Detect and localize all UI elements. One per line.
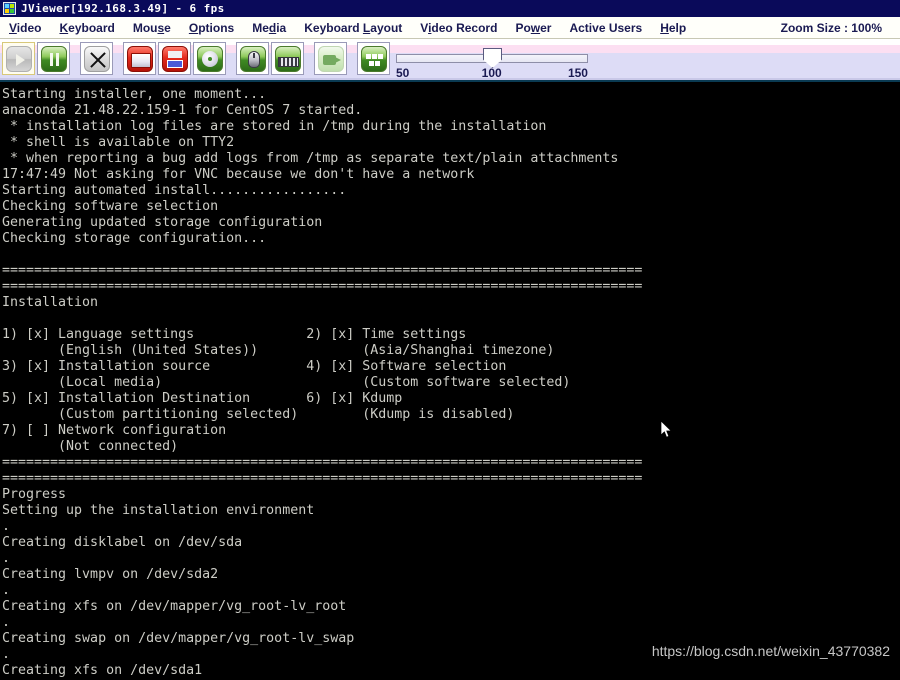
menu-label: deo Record: [431, 20, 498, 35]
remote-console[interactable]: Starting installer, one moment... anacon…: [0, 84, 900, 680]
keyboard-layout-button[interactable]: [357, 42, 390, 75]
toolbar-group-layout: [357, 42, 392, 75]
menu-label: ptions: [198, 20, 235, 35]
menu-item-video-record[interactable]: Video Record: [411, 21, 506, 35]
pause-icon: [40, 45, 67, 72]
zoom-slider-thumb[interactable]: [483, 48, 502, 68]
menu-label: elp: [668, 20, 687, 35]
cd-media-button[interactable]: [193, 42, 226, 75]
menu-label: Active Users: [569, 20, 643, 35]
menu-item-video[interactable]: Video: [0, 21, 50, 35]
app-icon: [3, 2, 16, 15]
keyboard-icon: [274, 45, 301, 72]
drive-icon: [126, 45, 153, 72]
zoom-size-label: Zoom Size : 100%: [780, 21, 882, 35]
zoom-slider-ticks: 50 100 150: [396, 66, 588, 80]
menu-label: Po: [515, 20, 531, 35]
pause-button[interactable]: [37, 42, 70, 75]
mouse-button[interactable]: [236, 42, 269, 75]
keyboard-grid-icon: [360, 45, 387, 72]
menu-label: e: [164, 20, 171, 35]
zoom-slider-mid-label: 100: [481, 66, 502, 80]
menu-label: Keyboard: [304, 20, 363, 35]
virtual-drive-button[interactable]: [123, 42, 156, 75]
menu-label: ayout: [370, 20, 403, 35]
video-record-icon: [317, 45, 344, 72]
floppy-save-icon: [161, 45, 188, 72]
fullscreen-icon: [83, 45, 110, 72]
tool-bar: 50 100 150: [0, 39, 900, 82]
toolbar-group-record: [314, 42, 349, 75]
zoom-slider-max-label: 150: [567, 66, 588, 80]
menu-label: ideo: [16, 20, 42, 35]
toolbar-group-input: [236, 42, 306, 75]
watermark: https://blog.csdn.net/weixin_43770382: [651, 643, 890, 659]
keyboard-button[interactable]: [271, 42, 304, 75]
toolbar-button-groups: [2, 42, 400, 75]
menu-item-power[interactable]: Power: [506, 21, 560, 35]
console-text: Starting installer, one moment... anacon…: [2, 87, 643, 678]
save-image-button[interactable]: [158, 42, 191, 75]
play-button[interactable]: [2, 42, 35, 75]
jviewer-window: JViewer[192.168.3.49] - 6 fps Video Keyb…: [0, 0, 900, 680]
zoom-slider[interactable]: 50 100 150: [396, 43, 588, 80]
menu-item-options[interactable]: Options: [180, 21, 243, 35]
play-icon: [5, 45, 32, 72]
menu-item-media[interactable]: Media: [243, 21, 295, 35]
menu-label: V: [420, 20, 429, 35]
title-bar: JViewer[192.168.3.49] - 6 fps: [0, 0, 900, 17]
toolbar-group-playback: [2, 42, 72, 75]
cd-disc-icon: [196, 45, 223, 72]
menu-item-keyboard-layout[interactable]: Keyboard Layout: [295, 21, 411, 35]
menu-label: er: [540, 20, 552, 35]
menu-item-keyboard[interactable]: Keyboard: [50, 21, 123, 35]
zoom-slider-min-label: 50: [396, 66, 410, 80]
toolbar-group-view: [80, 42, 115, 75]
mouse-icon: [239, 45, 266, 72]
menu-item-active-users[interactable]: Active Users: [560, 21, 651, 35]
window-title: JViewer[192.168.3.49] - 6 fps: [21, 2, 225, 15]
menu-label: eyboard: [68, 20, 115, 35]
menu-item-mouse[interactable]: Mouse: [124, 21, 180, 35]
menu-bar: Video Keyboard Mouse Options Media Keybo…: [0, 17, 900, 39]
menu-label: Me: [252, 20, 269, 35]
menu-label: Mou: [132, 20, 158, 35]
full-screen-button[interactable]: [80, 42, 113, 75]
menu-label: ia: [276, 20, 287, 35]
menu-item-help[interactable]: Help: [651, 21, 695, 35]
toolbar-group-media: [123, 42, 228, 75]
video-record-button[interactable]: [314, 42, 347, 75]
